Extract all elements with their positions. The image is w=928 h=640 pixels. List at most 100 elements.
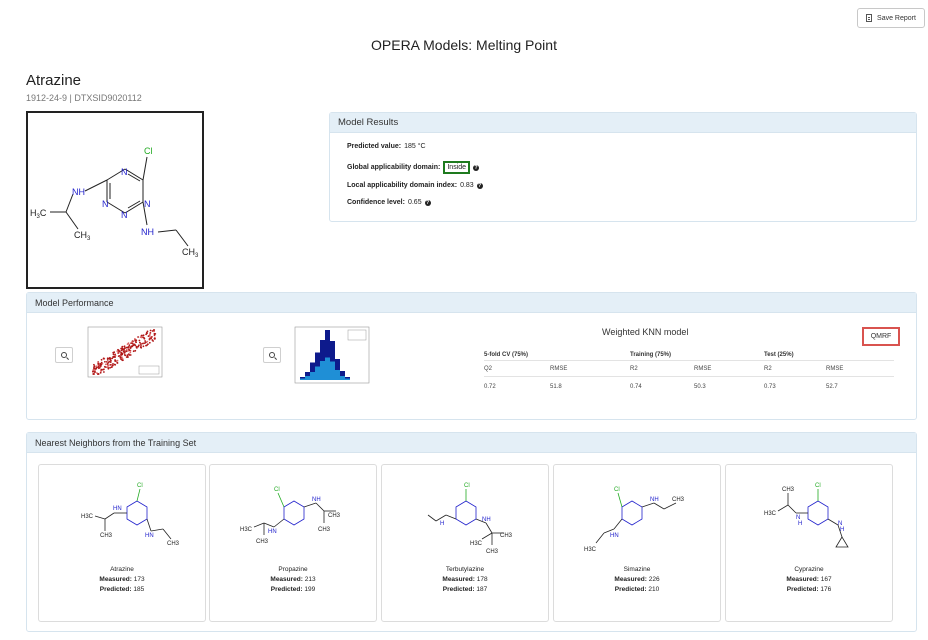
neighbor-card[interactable]: Cl NH HN CH3 H3C Simazine Measured: 226 Pre… <box>553 464 721 622</box>
neighbor-predicted: Predicted: 176 <box>726 586 892 593</box>
predicted-label: Predicted: <box>270 586 303 593</box>
neighbor-name: Cyprazine <box>794 566 824 573</box>
neighbor-structure-drawing: Cl NH HN CH3 H3C <box>584 487 685 553</box>
neighbor-predicted: Predicted: 187 <box>382 586 548 593</box>
scatter-point <box>106 359 109 361</box>
histogram-thumbnail <box>294 326 370 384</box>
help-icon[interactable]: ? <box>476 182 483 189</box>
measured-label: Measured: <box>270 576 303 583</box>
stats-group-row: 5-fold CV (75%) Training (75%) Test (25%… <box>484 349 894 361</box>
svg-text:CH3: CH3 <box>672 497 685 503</box>
scatter-point <box>107 364 110 367</box>
predicted-value: 185 <box>133 586 145 593</box>
histogram-bar <box>300 378 305 380</box>
neighbor-structure-drawing: ClNH N CH3H3CH <box>764 483 849 548</box>
stats-value-row: 0.72 51.8 0.74 50.3 0.73 52.7 <box>484 377 894 397</box>
local-ad-value: 0.83 <box>460 182 474 189</box>
help-icon[interactable]: ? <box>473 164 480 171</box>
scatter-point <box>151 339 154 341</box>
svg-text:NH: NH <box>141 227 154 237</box>
svg-text:HN: HN <box>268 529 277 535</box>
metric-label: RMSE <box>694 365 712 372</box>
metric-label: RMSE <box>550 365 568 372</box>
scatter-point <box>105 361 108 363</box>
local-ad-label: Local applicability domain index: <box>347 182 458 189</box>
scatter-point <box>121 349 124 351</box>
measured-value: 213 <box>304 576 316 583</box>
svg-text:H3C: H3C <box>470 541 483 547</box>
zoom-scatter-button[interactable] <box>55 347 73 363</box>
confidence-label: Confidence level: <box>347 199 405 206</box>
measured-value: 178 <box>476 576 488 583</box>
svg-text:CH3: CH3 <box>328 513 341 519</box>
metric-value: 51.8 <box>550 384 562 390</box>
global-ad-value: Inside <box>443 161 471 174</box>
scatter-point <box>96 372 98 374</box>
svg-text:N: N <box>144 199 151 209</box>
scatter-point <box>143 342 146 344</box>
model-results-heading: Model Results <box>330 113 916 133</box>
neighbor-predicted: Predicted: 210 <box>554 586 720 593</box>
zoom-histogram-button[interactable] <box>263 347 281 363</box>
scatter-point <box>141 334 143 337</box>
performance-stats-table: 5-fold CV (75%) Training (75%) Test (25%… <box>484 349 894 397</box>
neighbor-structure-drawing: ClHNH CH3H3CCH3 <box>427 483 513 555</box>
help-icon[interactable]: ? <box>424 199 431 206</box>
nearest-neighbors-heading: Nearest Neighbors from the Training Set <box>27 433 916 453</box>
metric-label: R2 <box>630 365 638 372</box>
scatter-point <box>125 356 128 358</box>
scatter-point <box>140 336 143 339</box>
svg-text:Cl: Cl <box>614 487 620 493</box>
neighbor-card[interactable]: Cl HN HN H3C CH3 CH3 Atrazine Measured: 173 … <box>38 464 206 622</box>
scatter-point <box>98 367 100 370</box>
measured-label: Measured: <box>786 576 819 583</box>
scatter-point <box>145 344 147 347</box>
svg-text:Cl: Cl <box>464 483 470 489</box>
scatter-point <box>131 341 133 344</box>
scatter-point <box>135 339 138 342</box>
scatter-point <box>153 334 156 336</box>
scatter-point <box>109 366 111 369</box>
neighbor-name: Propazine <box>278 566 308 573</box>
neighbor-card[interactable]: Cl H NH CH3 H3C CH3 Terbutylazine Measured: … <box>381 464 549 622</box>
predicted-label: Predicted: <box>442 586 475 593</box>
group-cv: 5-fold CV (75%) <box>484 351 529 358</box>
save-report-button[interactable]: Save Report <box>857 8 925 28</box>
svg-text:CH3: CH3 <box>500 533 513 539</box>
scatter-point <box>154 337 156 340</box>
neighbor-card[interactable]: Cl N H N CH3 H3C H Cyprazine Measured: 167 Pr… <box>725 464 893 622</box>
metric-value: 52.7 <box>826 384 838 390</box>
svg-text:Cl: Cl <box>144 146 153 156</box>
scatter-point <box>139 346 142 349</box>
scatter-point <box>118 350 121 353</box>
scatter-point <box>116 350 119 352</box>
scatter-point <box>112 363 114 365</box>
qmrf-button[interactable]: QMRF <box>862 327 900 346</box>
scatter-point <box>137 336 139 338</box>
scatter-point <box>108 360 111 363</box>
neighbor-predicted: Predicted: 185 <box>39 586 205 593</box>
svg-text:H3C: H3C <box>240 527 253 533</box>
scatter-point <box>127 353 130 355</box>
global-ad-label: Global applicability domain: <box>347 164 441 171</box>
scatter-point <box>92 373 95 375</box>
group-test: Test (25%) <box>764 351 794 358</box>
scatter-point <box>151 336 153 338</box>
svg-text:HN: HN <box>113 506 122 512</box>
scatter-point <box>95 365 98 368</box>
scatter-point <box>121 345 124 348</box>
predicted-value-row: Predicted value: 185 °C <box>347 143 426 150</box>
svg-text:CH3: CH3 <box>182 247 199 259</box>
histogram-bar <box>320 361 325 380</box>
scatter-point <box>137 345 140 348</box>
svg-text:CH3: CH3 <box>256 539 269 545</box>
scatter-point <box>93 365 96 368</box>
atrazine-structure-drawing: N N N N N Cl NH NH H3C CH3 CH3 <box>30 146 199 259</box>
scatter-point <box>139 341 141 344</box>
neighbor-card[interactable]: Cl NH HN H3C CH3 CH3 CH3 Propazine Measured: … <box>209 464 377 622</box>
scatter-point <box>105 366 107 368</box>
scatter-point <box>126 343 129 345</box>
scatter-point <box>128 345 130 348</box>
scatter-point <box>106 363 109 365</box>
scatter-point <box>145 333 147 336</box>
